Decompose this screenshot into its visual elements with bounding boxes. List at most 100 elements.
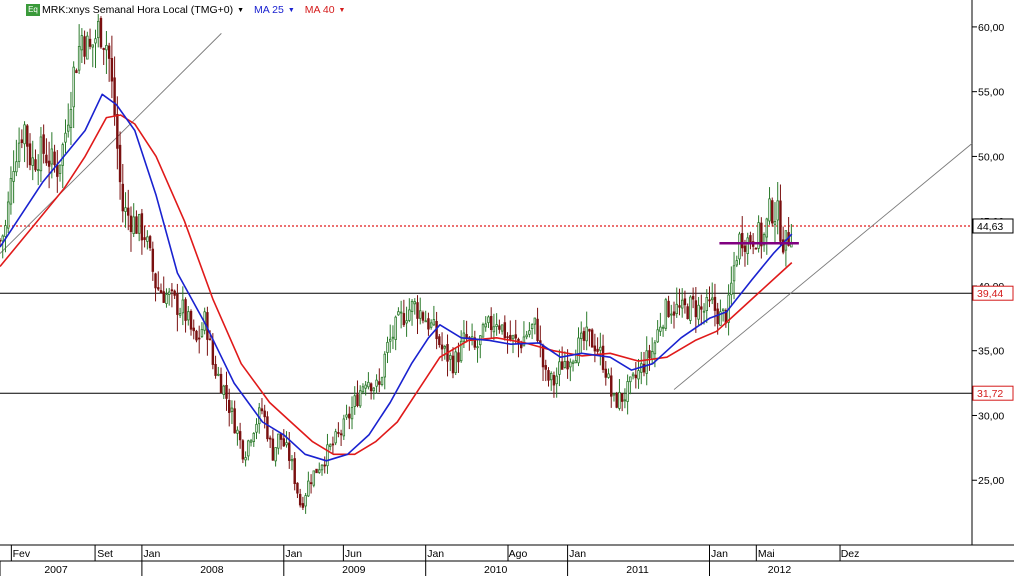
- candle-body: [604, 368, 608, 378]
- candle-body: [69, 109, 73, 128]
- candle-body: [56, 164, 59, 177]
- candle-body: [222, 385, 225, 395]
- chart-canvas[interactable]: 25,0030,0035,0040,0045,0050,0055,0060,00…: [0, 0, 1014, 576]
- candle-body: [184, 299, 187, 321]
- candle-body: [277, 433, 280, 449]
- candle-body: [279, 433, 283, 440]
- candle-body: [574, 360, 577, 364]
- candle-body: [127, 207, 130, 216]
- symbol-dropdown-icon[interactable]: ▼: [237, 7, 244, 14]
- candle-body: [771, 200, 774, 224]
- candle-body: [528, 330, 531, 335]
- ma40-dropdown-icon[interactable]: ▼: [339, 7, 346, 14]
- candle-body: [563, 361, 567, 368]
- ma40-line[interactable]: [0, 114, 793, 456]
- candle-body: [361, 386, 365, 393]
- ma25-line[interactable]: [0, 93, 793, 462]
- candle-body: [26, 125, 29, 147]
- candle-body: [244, 457, 247, 461]
- candle-body: [36, 169, 40, 172]
- candle-body: [298, 493, 302, 506]
- month-label: Mai: [758, 548, 775, 560]
- candle-body: [116, 113, 119, 149]
- candle-body: [140, 213, 144, 241]
- month-label: Set: [97, 548, 113, 560]
- candle-body: [637, 370, 640, 380]
- month-label: Jan: [143, 548, 160, 560]
- candle-body: [626, 381, 629, 402]
- candle-body: [247, 440, 250, 457]
- candle-body: [607, 373, 610, 378]
- candle-body: [293, 458, 296, 485]
- candle-body: [88, 38, 92, 47]
- candle-body: [768, 198, 771, 222]
- candle-body: [476, 346, 479, 349]
- candle-body: [558, 361, 561, 375]
- ma40-label[interactable]: MA 40: [305, 4, 335, 16]
- candle-body: [58, 164, 62, 174]
- candle-body: [776, 200, 779, 221]
- candle-body: [394, 316, 397, 340]
- candle-body: [91, 44, 94, 48]
- candle-body: [342, 418, 346, 437]
- candle-body: [47, 160, 51, 167]
- candle-body: [511, 335, 515, 340]
- candle-body: [236, 429, 239, 434]
- month-label: Ago: [509, 548, 528, 560]
- candle-body: [631, 373, 635, 377]
- candle-body: [405, 320, 408, 324]
- year-label: 2010: [484, 564, 508, 576]
- month-label: Jan: [427, 548, 444, 560]
- stock-chart[interactable]: 25,0030,0035,0040,0045,0050,0055,0060,00…: [0, 0, 1014, 576]
- candle-body: [530, 324, 534, 329]
- month-label: Fev: [13, 548, 31, 560]
- candle-body: [380, 377, 384, 385]
- symbol-label[interactable]: MRK:xnys Semanal Hora Local (TMG+0): [42, 4, 233, 16]
- candle-body: [487, 316, 490, 324]
- candle-body: [705, 297, 708, 311]
- candle-body: [31, 157, 34, 166]
- candle-body: [77, 46, 81, 71]
- ma25-label[interactable]: MA 25: [254, 4, 284, 16]
- candle-body: [315, 468, 318, 474]
- candle-body: [560, 361, 564, 370]
- candle-body: [716, 308, 719, 325]
- candle-body: [571, 361, 575, 364]
- candle-body: [353, 395, 356, 407]
- candle-body: [489, 315, 493, 330]
- candle-body: [391, 336, 395, 339]
- year-label: 2007: [44, 564, 68, 576]
- candle-body: [408, 309, 411, 321]
- candle-body: [230, 407, 234, 412]
- candle-body: [634, 374, 638, 379]
- candle-body: [582, 331, 586, 341]
- candle-body: [9, 178, 13, 205]
- candle-body: [1, 235, 4, 242]
- candle-body: [146, 236, 149, 242]
- candle-body: [121, 183, 125, 212]
- candle-body: [661, 326, 665, 329]
- candle-body: [132, 216, 135, 234]
- candle-body: [700, 306, 703, 310]
- candle-body: [217, 373, 220, 376]
- candle-body: [757, 222, 760, 249]
- candle-body: [610, 375, 613, 397]
- candle-body: [312, 470, 316, 486]
- candle-body: [151, 248, 155, 272]
- candle-body: [28, 143, 32, 166]
- candle-body: [680, 299, 684, 309]
- candle-body: [689, 296, 692, 321]
- candle-body: [372, 387, 376, 392]
- candle-body: [457, 352, 460, 363]
- candle-body: [97, 20, 100, 39]
- candle-body: [94, 38, 97, 44]
- ma25-dropdown-icon[interactable]: ▼: [288, 7, 295, 14]
- candle-body: [320, 464, 324, 471]
- candle-body: [23, 124, 26, 145]
- candle-body: [544, 365, 547, 370]
- candle-body: [498, 325, 501, 330]
- candle-body: [509, 334, 512, 340]
- candle-body: [80, 35, 84, 51]
- candle-body: [599, 346, 602, 351]
- candle-body: [620, 393, 624, 402]
